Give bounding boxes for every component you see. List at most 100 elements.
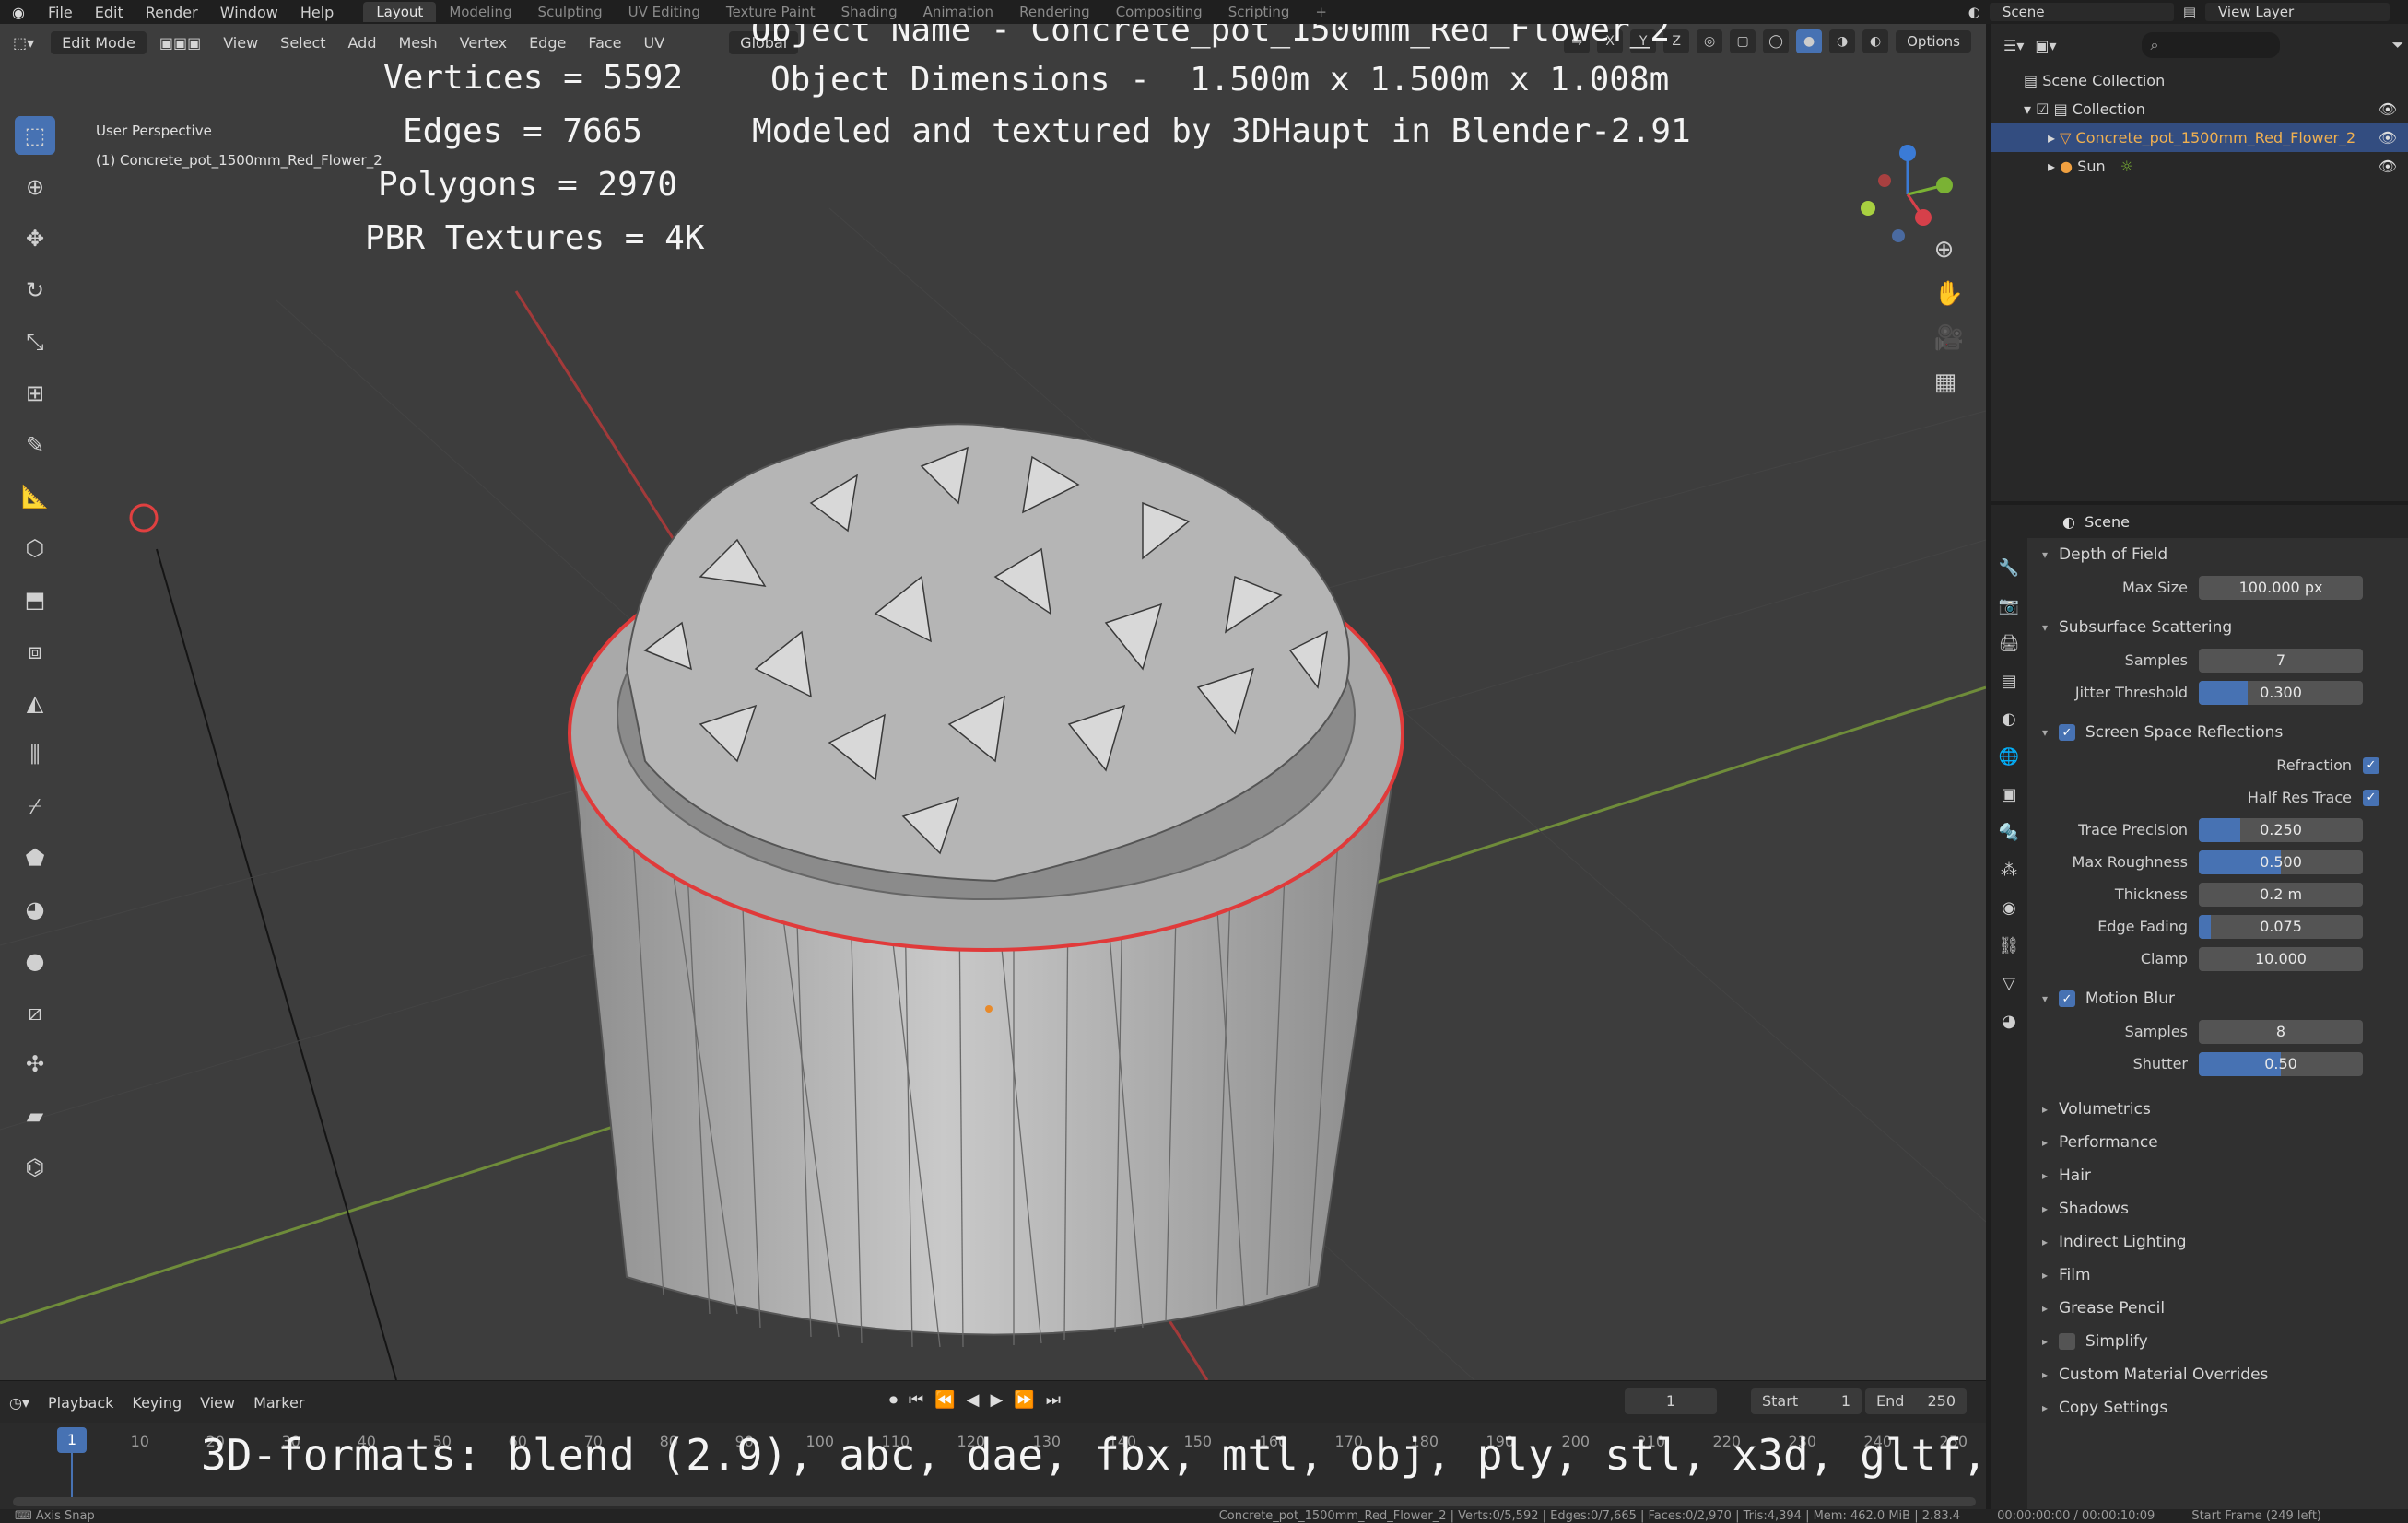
view-layer-field[interactable]: View Layer xyxy=(2205,3,2390,21)
solid-shading-icon[interactable]: ● xyxy=(1796,29,1823,53)
tab-shading[interactable]: Shading xyxy=(828,2,910,22)
outliner-object-pot[interactable]: ▸ ▽ Concrete_pot_1500mm_Red_Flower_2 👁 xyxy=(1991,123,2408,152)
transform-tool-icon[interactable]: ⊞ xyxy=(15,374,55,413)
panel-copy-settings[interactable]: ▸ Copy Settings xyxy=(2031,1391,2404,1424)
tab-compositing[interactable]: Compositing xyxy=(1103,2,1216,22)
spin-tool-icon[interactable]: ◕ xyxy=(15,890,55,929)
modifier-tab-icon[interactable]: 🔩 xyxy=(1999,823,2019,842)
tab-rendering[interactable]: Rendering xyxy=(1006,2,1103,22)
menu-file[interactable]: File xyxy=(37,4,84,21)
menu-mesh[interactable]: Mesh xyxy=(390,31,447,54)
panel-depth-of-field[interactable]: ▾ Depth of Field xyxy=(2031,538,2404,571)
menu-edit[interactable]: Edit xyxy=(84,4,135,21)
view-layer-tab-icon[interactable]: ▤ xyxy=(2001,672,2016,691)
jump-start-icon[interactable]: ⏮ xyxy=(909,1390,923,1410)
menu-add[interactable]: Add xyxy=(339,31,386,54)
thickness-field[interactable]: 0.2 m xyxy=(2199,882,2363,907)
checkbox-icon[interactable]: ☑ xyxy=(2036,100,2053,118)
overlay-icon[interactable]: ◎ xyxy=(1697,29,1723,53)
pan-hand-icon[interactable]: ✋ xyxy=(1934,280,1964,308)
edge-slide-tool-icon[interactable]: ⧄ xyxy=(15,993,55,1032)
tab-animation[interactable]: Animation xyxy=(910,2,1006,22)
play-icon[interactable]: ▶ xyxy=(990,1390,1003,1410)
constraints-tab-icon[interactable]: ⛓ xyxy=(1999,936,2020,955)
wireframe-shading-icon[interactable]: ◯ xyxy=(1763,29,1790,53)
timeline-scrollbar[interactable] xyxy=(13,1497,1976,1506)
select-mode-icons[interactable]: ▣▣▣ xyxy=(150,31,210,54)
outliner-collection[interactable]: ▾ ☑ ▤ Collection 👁 xyxy=(1991,95,2408,123)
mb-samples-field[interactable]: 8 xyxy=(2199,1019,2363,1044)
blender-logo-icon[interactable]: ◉ xyxy=(0,4,37,21)
panel-volumetrics[interactable]: ▸ Volumetrics xyxy=(2031,1093,2404,1126)
menu-help[interactable]: Help xyxy=(289,4,345,21)
add-workspace-icon[interactable]: + xyxy=(1302,2,1340,22)
refraction-checkbox[interactable]: ✓ xyxy=(2363,756,2379,774)
tab-scripting[interactable]: Scripting xyxy=(1216,2,1303,22)
ssr-checkbox[interactable]: ✓ xyxy=(2059,724,2075,741)
outliner-editor-icon[interactable]: ☰▾ xyxy=(2003,37,2024,54)
inset-tool-icon[interactable]: ⧈ xyxy=(15,632,55,671)
eye-icon[interactable]: 👁 xyxy=(2379,158,2397,175)
end-frame-field[interactable]: End 250 xyxy=(1865,1388,1967,1414)
measure-tool-icon[interactable]: 📐 xyxy=(15,477,55,516)
eye-icon[interactable]: 👁 xyxy=(2379,100,2397,118)
editor-type-icon[interactable]: ⬚▾ xyxy=(4,31,43,54)
poly-build-tool-icon[interactable]: ⬟ xyxy=(15,838,55,877)
panel-subsurface-scattering[interactable]: ▾ Subsurface Scattering xyxy=(2031,611,2404,644)
max-roughness-slider[interactable]: 0.500 xyxy=(2199,849,2363,874)
xray-icon[interactable]: ▢ xyxy=(1730,29,1756,53)
expand-arrow-icon[interactable]: ▸ xyxy=(2048,158,2060,175)
camera-view-icon[interactable]: 🎥 xyxy=(1934,324,1964,352)
rendered-shading-icon[interactable]: ◐ xyxy=(1862,29,1889,53)
simplify-checkbox[interactable] xyxy=(2059,1333,2075,1350)
playhead[interactable]: 1 xyxy=(57,1427,87,1453)
menu-vertex[interactable]: Vertex xyxy=(451,31,516,54)
add-cube-tool-icon[interactable]: ⬡ xyxy=(15,529,55,568)
menu-window[interactable]: Window xyxy=(209,4,289,21)
next-keyframe-icon[interactable]: ⏩ xyxy=(1014,1390,1034,1410)
panel-simplify[interactable]: ▸ Simplify xyxy=(2031,1325,2404,1358)
filter-icon[interactable]: ⏷ xyxy=(2392,36,2404,54)
scale-tool-icon[interactable]: ⤡ xyxy=(15,322,55,361)
rotate-tool-icon[interactable]: ↻ xyxy=(15,271,55,310)
bevel-tool-icon[interactable]: ◭ xyxy=(15,684,55,722)
shutter-slider[interactable]: 0.50 xyxy=(2199,1051,2363,1076)
jitter-slider[interactable]: 0.300 xyxy=(2199,680,2363,705)
expand-arrow-icon[interactable]: ▸ xyxy=(2048,129,2060,146)
panel-custom-material-overrides[interactable]: ▸ Custom Material Overrides xyxy=(2031,1358,2404,1391)
menu-select[interactable]: Select xyxy=(271,31,335,54)
tab-modeling[interactable]: Modeling xyxy=(436,2,524,22)
menu-view[interactable]: View xyxy=(214,31,267,54)
3d-viewport[interactable]: ⬚▾ Edit Mode ▣▣▣ View Select Add Mesh Ve… xyxy=(0,24,1986,1380)
shear-tool-icon[interactable]: ▰ xyxy=(15,1096,55,1135)
shrink-fatten-tool-icon[interactable]: ✣ xyxy=(15,1045,55,1084)
extrude-tool-icon[interactable]: ⬒ xyxy=(15,580,55,619)
panel-grease-pencil[interactable]: ▸ Grease Pencil xyxy=(2031,1292,2404,1325)
expand-arrow-icon[interactable]: ▾ xyxy=(2024,100,2036,118)
mode-dropdown[interactable]: Edit Mode xyxy=(51,30,147,54)
menu-keying[interactable]: Keying xyxy=(123,1394,191,1412)
display-mode-icon[interactable]: ▣▾ xyxy=(2035,37,2056,54)
half-res-checkbox[interactable]: ✓ xyxy=(2363,789,2379,806)
cursor-tool-icon[interactable]: ⊕ xyxy=(15,168,55,206)
max-size-field[interactable]: 100.000 px xyxy=(2199,575,2363,600)
clamp-field[interactable]: 10.000 xyxy=(2199,946,2363,971)
panel-screen-space-reflections[interactable]: ▾ ✓ Screen Space Reflections xyxy=(2031,716,2404,749)
menu-playback[interactable]: Playback xyxy=(39,1394,123,1412)
data-tab-icon[interactable]: ▽ xyxy=(2003,974,2015,993)
record-icon[interactable]: ⏺ xyxy=(889,1390,898,1410)
menu-timeline-view[interactable]: View xyxy=(191,1394,244,1412)
current-frame-field[interactable]: 1 xyxy=(1625,1388,1717,1414)
motion-blur-checkbox[interactable]: ✓ xyxy=(2059,990,2075,1007)
object-tab-icon[interactable]: ▣ xyxy=(2001,785,2016,804)
world-tab-icon[interactable]: 🌐 xyxy=(1999,747,2019,767)
menu-render[interactable]: Render xyxy=(135,4,209,21)
select-box-tool-icon[interactable]: ⬚ xyxy=(15,116,55,155)
output-tab-icon[interactable]: 🖨 xyxy=(1999,634,2020,653)
panel-shadows[interactable]: ▸ Shadows xyxy=(2031,1192,2404,1225)
smooth-tool-icon[interactable]: ● xyxy=(15,942,55,980)
menu-face[interactable]: Face xyxy=(579,31,630,54)
annotate-tool-icon[interactable]: ✎ xyxy=(15,426,55,464)
menu-edge[interactable]: Edge xyxy=(520,31,575,54)
rip-tool-icon[interactable]: ⌬ xyxy=(15,1148,55,1187)
